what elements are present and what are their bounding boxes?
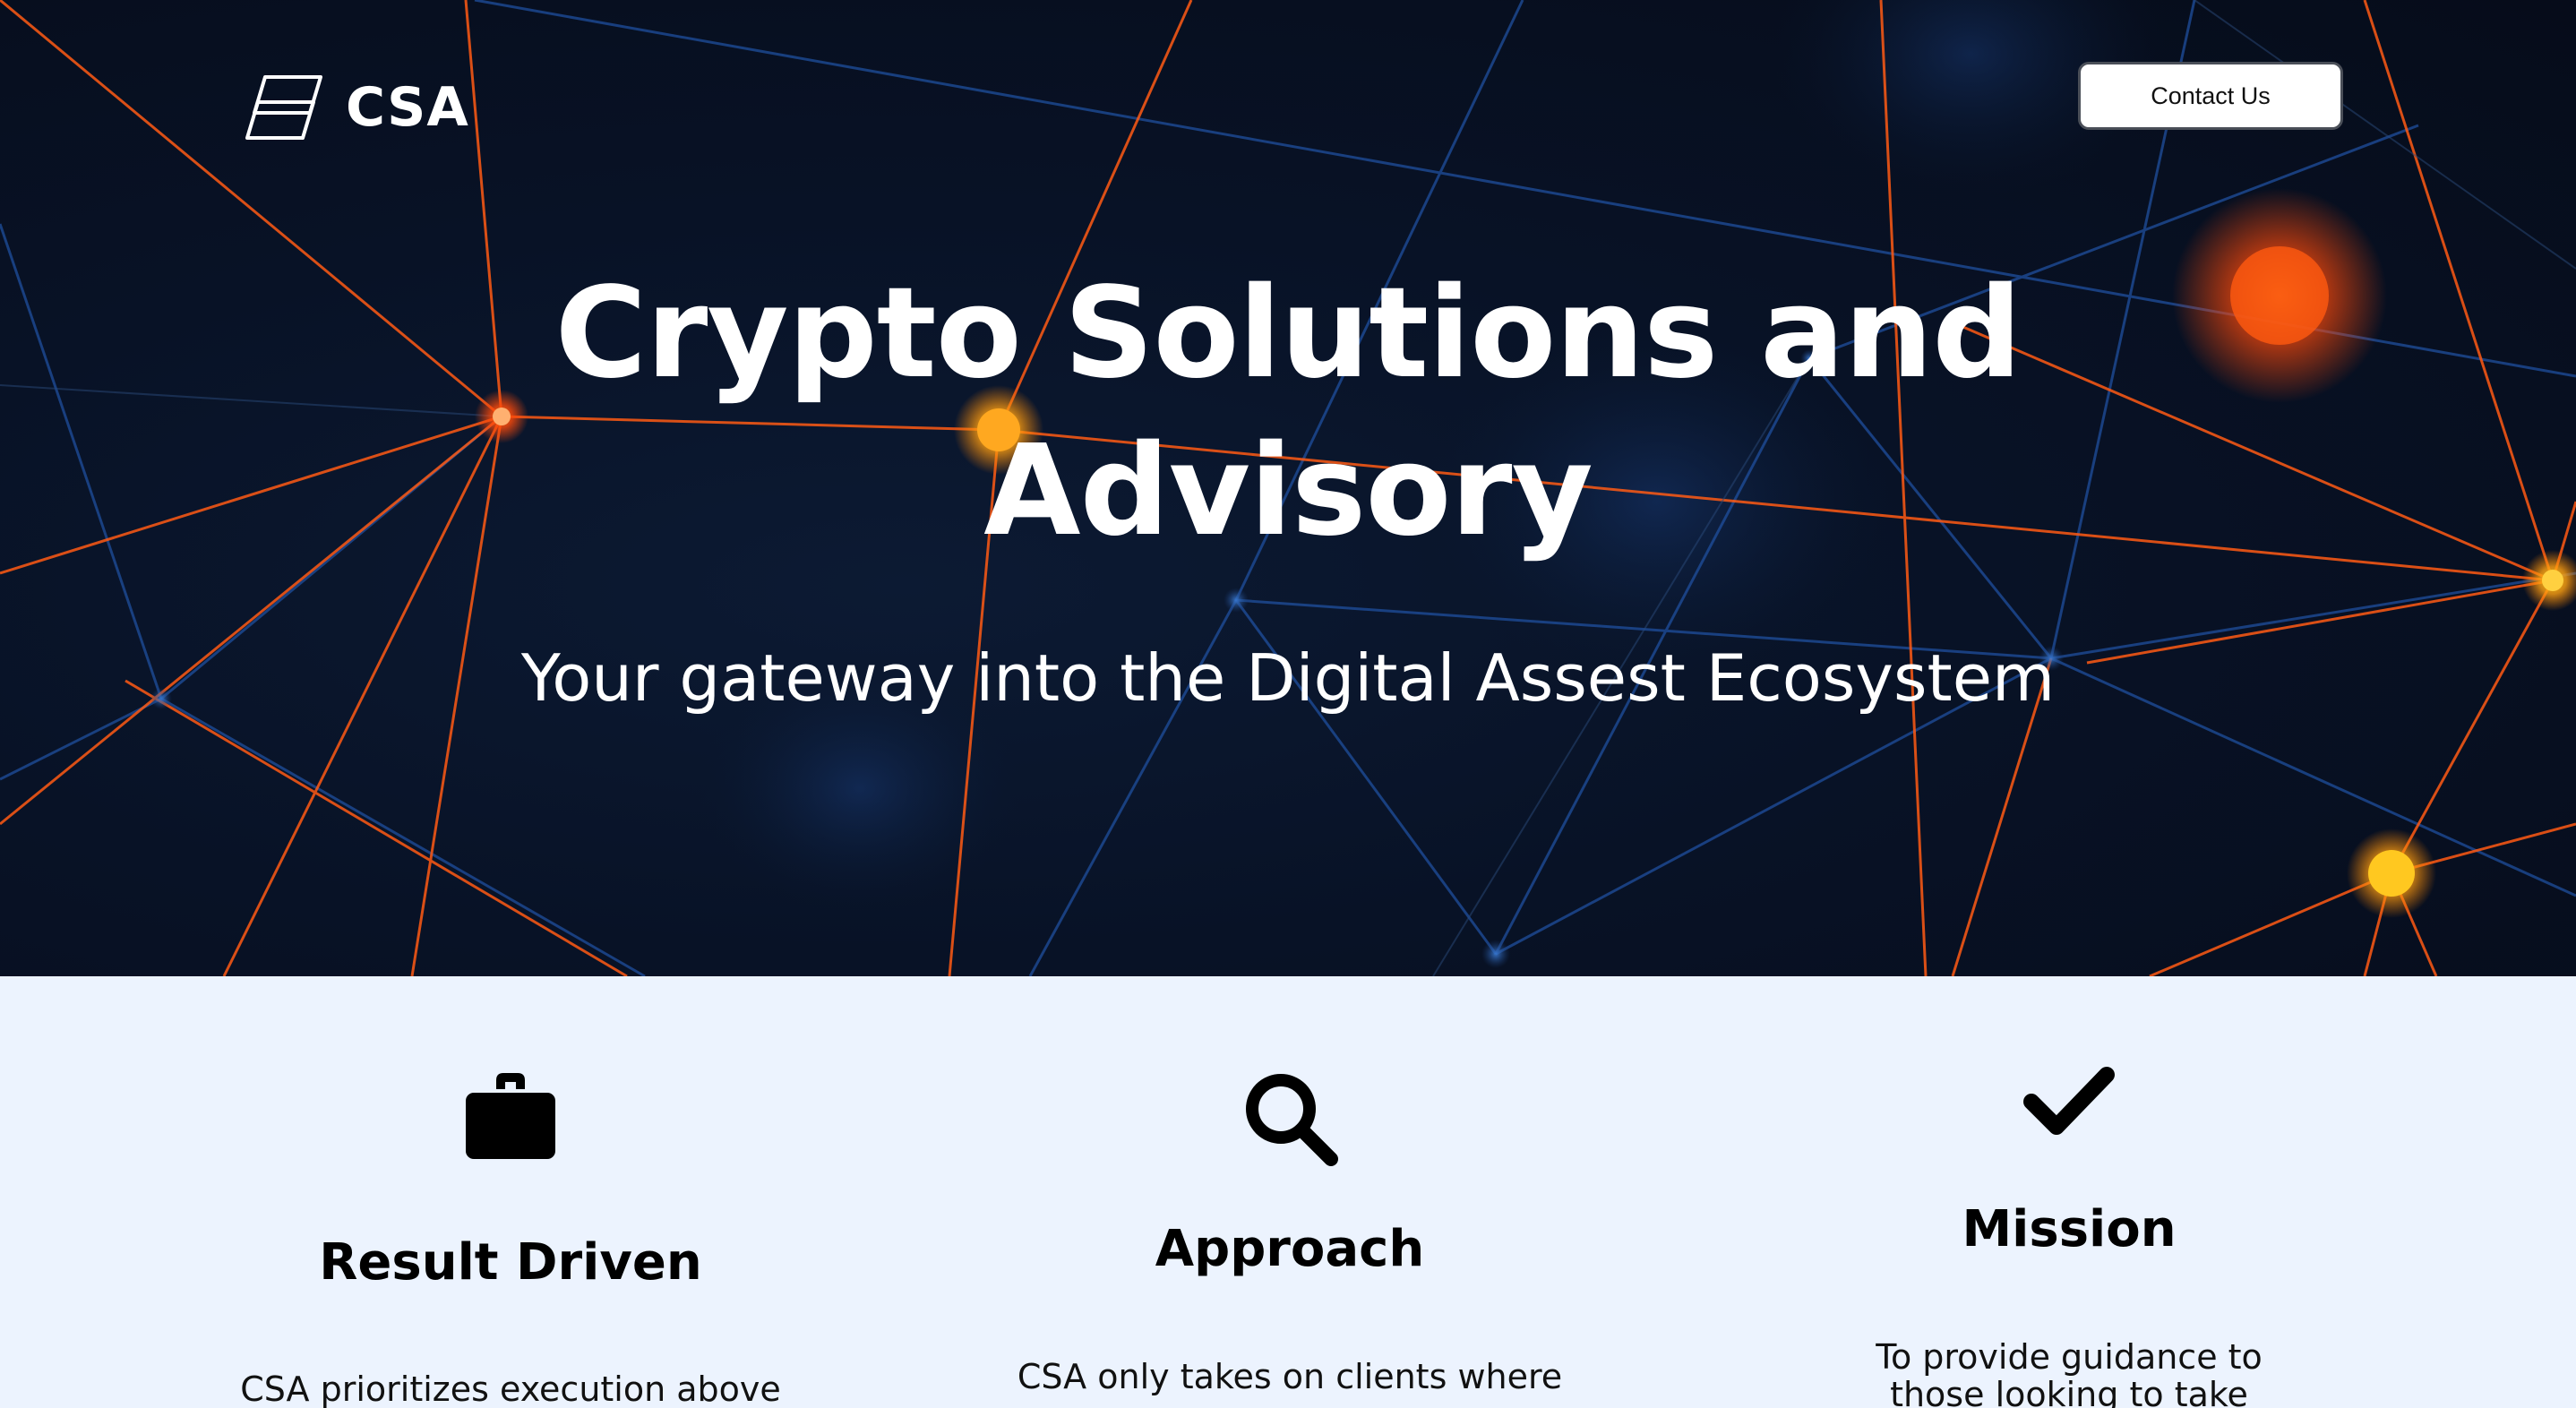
feature-text: CSA only takes on clients where [1017, 1357, 1563, 1396]
logo-icon [245, 75, 322, 140]
contact-us-button[interactable]: Contact Us [2078, 62, 2343, 130]
hero-title-line-2: Advisory [983, 418, 1593, 564]
checkmark-icon [2023, 1067, 2115, 1135]
feature-text: CSA prioritizes execution above [240, 1369, 781, 1408]
hero-section: CSA Contact Us Crypto Solutions and Advi… [0, 0, 2576, 976]
features-section: Result Driven CSA prioritizes execution … [0, 976, 2576, 1408]
hero-title-line-1: Crypto Solutions and [554, 261, 2022, 407]
logo-text: CSA [346, 76, 469, 139]
feature-text: To provide guidance to those looking to … [1876, 1337, 2263, 1408]
feature-title: Mission [1962, 1200, 2177, 1258]
hero-title: Crypto Solutions and Advisory [448, 255, 2128, 571]
search-icon [1246, 1074, 1338, 1166]
feature-result-driven: Result Driven CSA prioritizes execution … [197, 976, 824, 1408]
feature-mission: Mission To provide guidance to those loo… [1756, 976, 2383, 1408]
brand-logo[interactable]: CSA [245, 72, 469, 143]
feature-title: Approach [1155, 1220, 1425, 1278]
feature-title: Result Driven [319, 1233, 702, 1292]
feature-approach: Approach CSA only takes on clients where [976, 976, 1603, 1408]
hero-subtitle: Your gateway into the Digital Assest Eco… [520, 640, 2056, 716]
briefcase-icon [466, 1073, 555, 1159]
